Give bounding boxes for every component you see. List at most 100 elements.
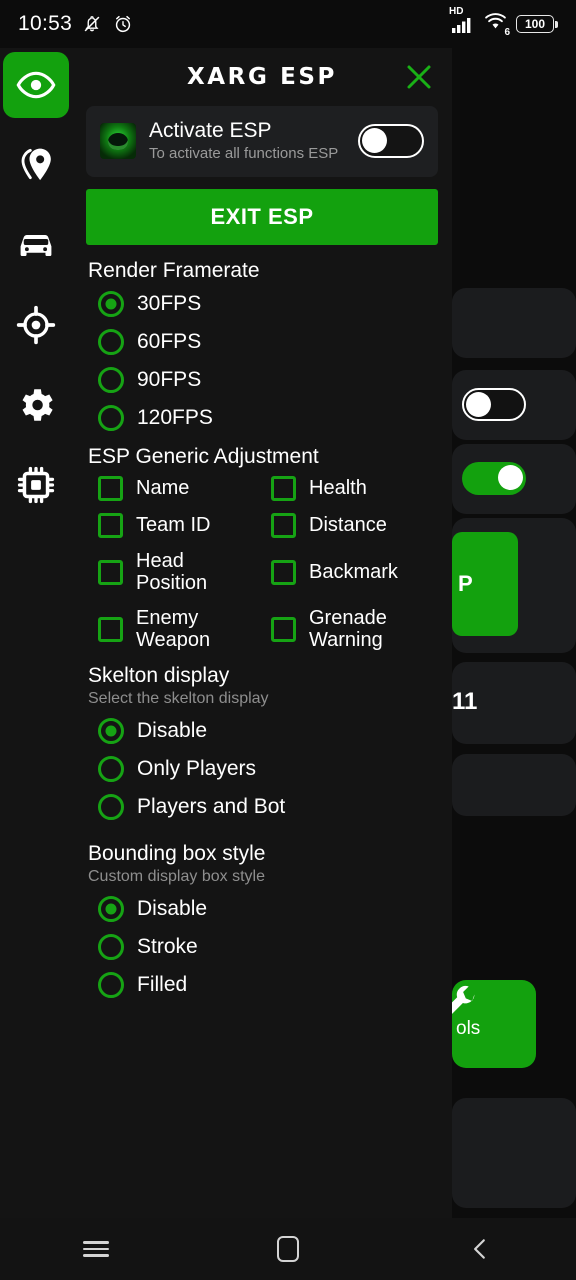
radio-indicator — [98, 972, 124, 999]
radio-skelton-only-players[interactable]: Only Players — [86, 750, 438, 788]
radio-box-filled[interactable]: Filled — [86, 966, 438, 1004]
sidebar-item-vehicle[interactable] — [3, 212, 69, 278]
radio-indicator — [98, 718, 124, 745]
bg-toggle-off[interactable] — [462, 388, 526, 421]
sidebar-rail — [0, 48, 72, 1218]
checkbox-indicator — [98, 512, 123, 538]
bg-panel-2 — [452, 370, 576, 440]
activate-esp-card[interactable]: Activate ESP To activate all functions E… — [86, 106, 438, 177]
status-bar-left: 10:53 — [18, 12, 134, 36]
checkbox-distance[interactable]: Distance — [271, 508, 438, 543]
radio-60fps[interactable]: 60FPS — [86, 323, 438, 361]
gear-icon — [22, 389, 53, 421]
section-bounding-box-style: Bounding box style Custom display box st… — [86, 842, 438, 1004]
bg-panel-5: 11 — [452, 662, 576, 744]
section-subtitle-skelton-display: Select the skelton display — [88, 690, 269, 708]
radio-label: Players and Bot — [137, 795, 286, 819]
close-button[interactable] — [402, 60, 436, 94]
bg-tools-label: ols — [456, 1018, 481, 1039]
radio-box-disable[interactable]: Disable — [86, 890, 438, 928]
home-square-icon — [277, 1236, 299, 1262]
cpu-chip-icon — [17, 466, 55, 504]
radio-90fps[interactable]: 90FPS — [86, 361, 438, 399]
sidebar-item-esp[interactable] — [3, 52, 69, 118]
activate-esp-subtitle: To activate all functions ESP — [149, 145, 339, 163]
sidebar-item-location[interactable] — [3, 132, 69, 198]
checkbox-indicator — [98, 475, 123, 501]
activate-esp-title: Activate ESP — [149, 119, 272, 142]
battery-level: 100 — [524, 17, 546, 31]
status-bar-right: HD 6 100 — [449, 6, 558, 38]
radio-label: Disable — [137, 897, 208, 921]
eye-icon — [16, 71, 56, 99]
section-title-esp-generic-adjustment: ESP Generic Adjustment — [88, 444, 319, 468]
checkbox-indicator — [98, 616, 123, 642]
radio-indicator — [98, 756, 124, 783]
hd-signal-icon: HD — [449, 6, 475, 34]
bg-green-button-fragment[interactable]: P — [452, 532, 518, 636]
section-title-skelton-display: Skelton display — [88, 664, 230, 688]
nav-back-button[interactable] — [435, 1227, 525, 1271]
radio-indicator — [98, 290, 124, 317]
checkbox-head-position[interactable]: Head Position — [98, 545, 265, 600]
radio-120fps[interactable]: 120FPS — [86, 399, 438, 437]
radio-indicator — [98, 404, 124, 431]
radio-skelton-players-and-bot[interactable]: Players and Bot — [86, 788, 438, 826]
radio-label: 90FPS — [137, 367, 202, 391]
checkbox-indicator — [98, 559, 123, 585]
radio-label: Disable — [137, 719, 208, 743]
sidebar-item-settings[interactable] — [3, 372, 69, 438]
checkbox-label: Health — [309, 477, 367, 500]
radio-label: 60FPS — [137, 329, 202, 353]
sidebar-item-aim[interactable] — [3, 292, 69, 358]
checkbox-grenade-warning[interactable]: Grenade Warning — [271, 602, 438, 657]
bell-muted-icon — [84, 16, 100, 32]
alarm-clock-icon — [115, 15, 131, 33]
radio-indicator — [98, 934, 124, 961]
radio-label: 120FPS — [137, 405, 213, 429]
checkbox-name[interactable]: Name — [98, 471, 265, 506]
checkbox-label: Name — [136, 477, 190, 500]
section-title-bounding-box-style: Bounding box style — [88, 842, 266, 866]
checkbox-label: Team ID — [136, 514, 211, 537]
checkbox-label: Distance — [309, 514, 387, 537]
section-render-framerate: Render Framerate 30FPS 60FPS 90FPS 120FP… — [86, 259, 438, 437]
checkbox-backmark[interactable]: Backmark — [271, 545, 438, 600]
radio-label: 30FPS — [137, 291, 202, 315]
checkbox-indicator — [271, 512, 296, 538]
location-pin-icon — [21, 148, 51, 181]
radio-skelton-disable[interactable]: Disable — [86, 712, 438, 750]
bg-panel-6 — [452, 754, 576, 816]
bg-panel-3 — [452, 444, 576, 514]
radio-label: Only Players — [137, 757, 257, 781]
checkbox-team-id[interactable]: Team ID — [98, 508, 265, 543]
nav-home-button[interactable] — [243, 1227, 333, 1271]
nav-recents-button[interactable] — [51, 1227, 141, 1271]
radio-30fps[interactable]: 30FPS — [86, 285, 438, 323]
activate-esp-text: Activate ESP To activate all functions E… — [149, 119, 345, 164]
radio-indicator — [98, 794, 124, 821]
sidebar-item-memory[interactable] — [3, 452, 69, 518]
bg-toggle-on[interactable] — [462, 462, 526, 495]
activate-esp-toggle[interactable] — [358, 124, 424, 159]
checkbox-health[interactable]: Health — [271, 471, 438, 506]
battery-icon: 100 — [516, 15, 558, 33]
checkbox-indicator — [271, 559, 296, 585]
radio-indicator — [98, 896, 124, 923]
android-nav-bar — [0, 1218, 576, 1280]
radio-box-stroke[interactable]: Stroke — [86, 928, 438, 966]
wifi-6-icon: 6 — [483, 12, 510, 38]
overlay-body: Activate ESP To activate all functions E… — [72, 106, 452, 1004]
checkbox-label: Grenade Warning — [309, 606, 387, 652]
bg-count-text: 11 — [452, 688, 478, 715]
hamburger-icon — [83, 1237, 109, 1261]
wifi-generation-label: 6 — [504, 27, 510, 38]
status-bar: 10:53 HD 6 100 — [0, 0, 576, 48]
exit-esp-button[interactable]: EXIT ESP — [86, 188, 438, 245]
chevron-left-icon — [474, 1239, 485, 1259]
section-esp-generic-adjustment: ESP Generic Adjustment Name Health Team … — [86, 445, 438, 657]
bg-tools-card[interactable]: ols — [444, 980, 536, 1068]
section-title-render-framerate: Render Framerate — [88, 258, 260, 282]
hd-label: HD — [449, 5, 464, 17]
checkbox-enemy-weapon[interactable]: Enemy Weapon — [98, 602, 265, 657]
